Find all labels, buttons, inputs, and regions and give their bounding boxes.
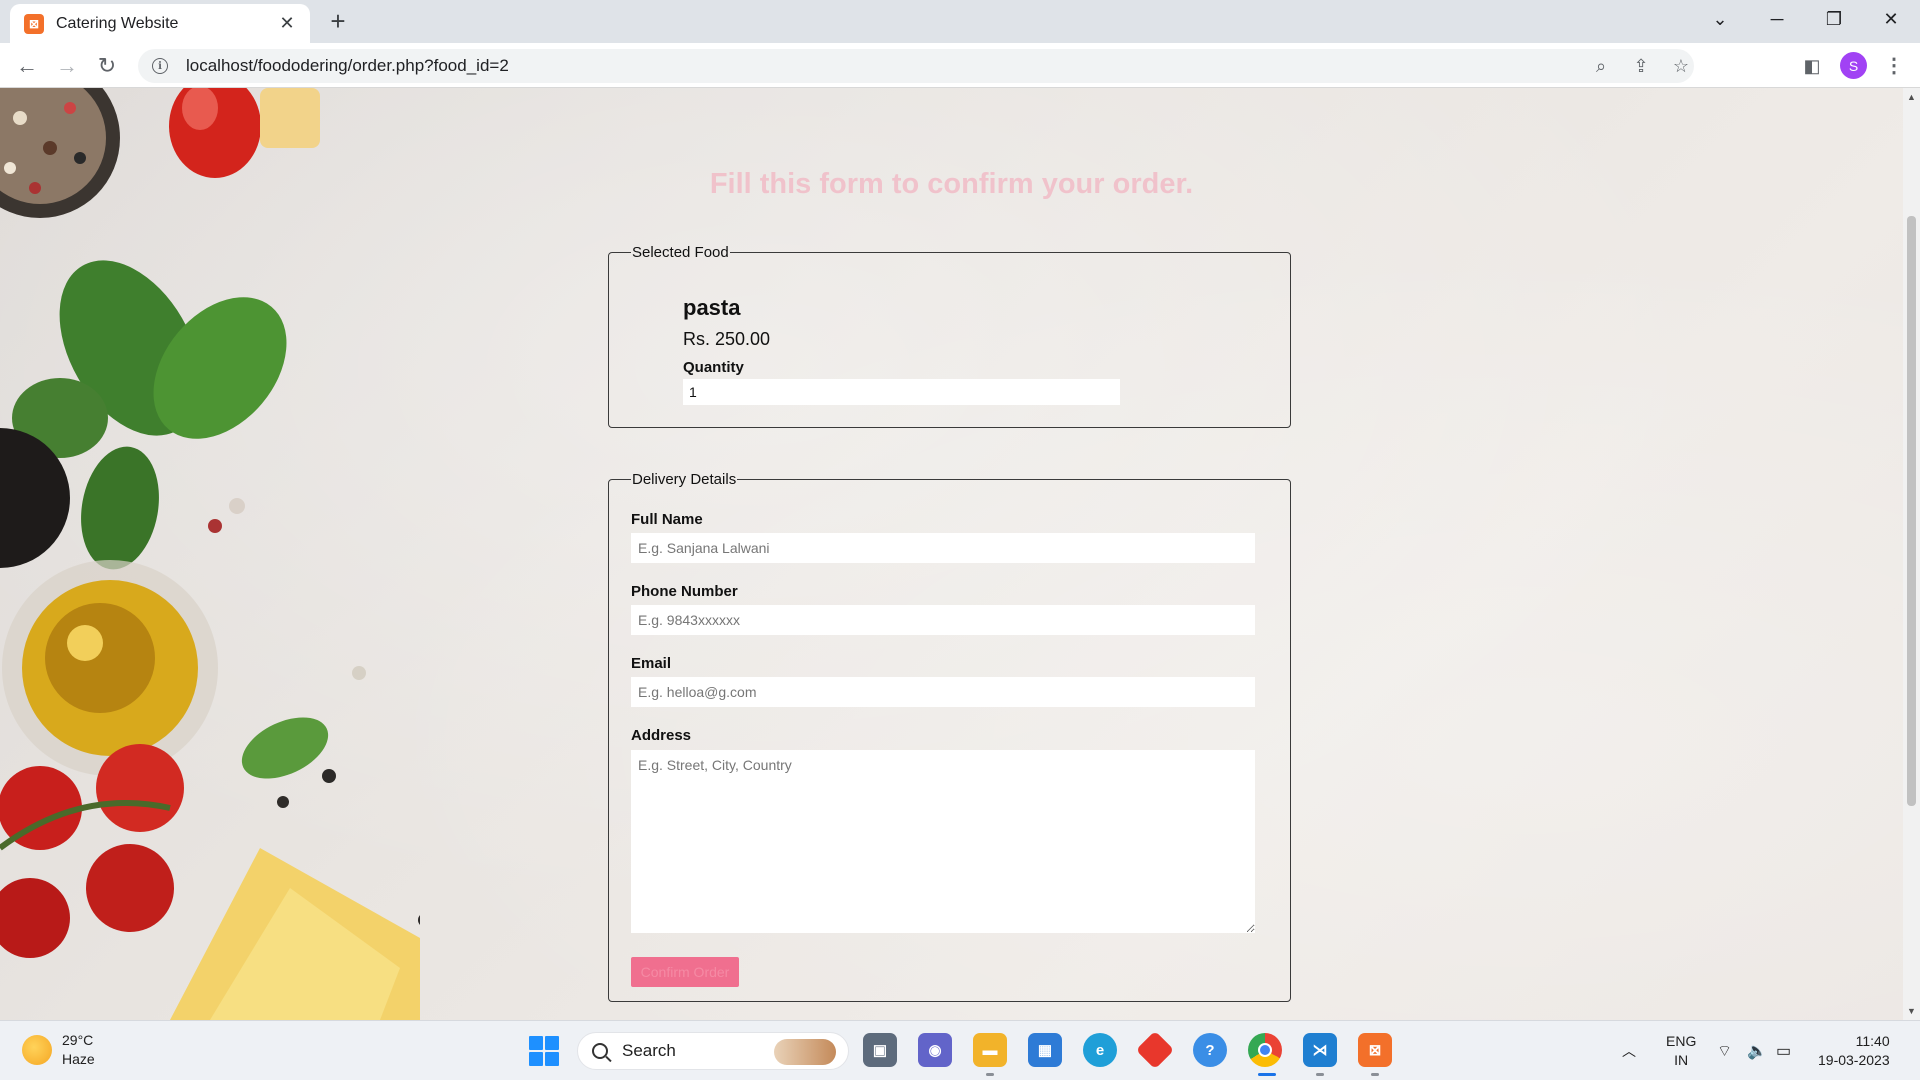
tab-search-chevron-icon[interactable]: ⌄ xyxy=(1704,6,1736,32)
email-input[interactable] xyxy=(631,677,1255,707)
file-explorer-indicator xyxy=(986,1073,994,1076)
scroll-thumb[interactable] xyxy=(1907,216,1916,806)
teams-chat-icon[interactable]: ◉ xyxy=(918,1033,952,1067)
selected-food-fieldset: Selected Food pasta Rs. 250.00 Quantity xyxy=(608,244,1291,428)
page-scrollbar[interactable]: ▲ ▼ xyxy=(1903,88,1920,1020)
close-window-icon[interactable]: ✕ xyxy=(1875,6,1907,32)
food-price: Rs. 250.00 xyxy=(683,329,771,349)
forward-icon[interactable]: → xyxy=(52,51,82,81)
page-viewport: Fill this form to confirm your order. Se… xyxy=(0,88,1903,1020)
restore-icon[interactable]: ❐ xyxy=(1818,6,1850,32)
battery-icon[interactable]: ▭ xyxy=(1776,1021,1791,1080)
url-text[interactable]: localhost/foododering/order.php?food_id=… xyxy=(186,56,509,76)
back-icon[interactable]: ← xyxy=(12,51,42,81)
full-name-label: Full Name xyxy=(631,511,703,528)
file-explorer-icon[interactable]: ▬ xyxy=(973,1033,1007,1067)
clock-date: 19-03-2023 xyxy=(1818,1052,1890,1068)
chrome-icon[interactable] xyxy=(1248,1033,1282,1067)
address-textarea[interactable] xyxy=(631,750,1255,933)
address-bar[interactable]: i localhost/foododering/order.php?food_i… xyxy=(138,49,1694,83)
full-name-input[interactable] xyxy=(631,533,1255,563)
tab-strip: ⊠ Catering Website ✕ + ⌄ ─ ❐ ✕ xyxy=(0,0,1920,43)
address-label: Address xyxy=(631,727,692,744)
search-icon xyxy=(592,1043,608,1059)
phone-number-input[interactable] xyxy=(631,605,1255,635)
quantity-input[interactable] xyxy=(683,379,1120,405)
weather-widget[interactable]: 29°C Haze xyxy=(22,1031,95,1069)
taskbar-search[interactable]: Search xyxy=(577,1032,849,1070)
xampp-icon: ⊠ xyxy=(24,13,44,34)
page-heading: Fill this form to confirm your order. xyxy=(709,168,1194,200)
browser-toolbar: ← → ↻ i localhost/foododering/order.php?… xyxy=(0,43,1920,88)
bookmark-star-icon[interactable]: ☆ xyxy=(1664,49,1698,83)
browser-menu-icon[interactable]: ⋮ xyxy=(1882,52,1906,79)
wifi-icon[interactable]: ⌔ xyxy=(1717,1021,1732,1080)
weather-description: Haze xyxy=(62,1051,95,1067)
search-label: Search xyxy=(622,1041,676,1060)
reload-icon[interactable]: ↻ xyxy=(92,51,122,81)
confirm-order-button[interactable]: Confirm Order xyxy=(631,957,739,987)
clock[interactable]: 11:40 19-03-2023 xyxy=(1818,1021,1890,1080)
food-name: pasta xyxy=(683,295,741,320)
food-background-image xyxy=(0,88,420,1020)
task-view-icon[interactable]: ▣ xyxy=(863,1033,897,1067)
haze-sun-icon xyxy=(22,1035,52,1065)
xampp-taskbar-icon[interactable]: ⊠ xyxy=(1358,1033,1392,1067)
scroll-down-icon[interactable]: ▼ xyxy=(1903,1004,1920,1018)
windows-taskbar: 29°C Haze Search ▣ ◉ ▬ ▦ e ? ⋊ ⊠ ︿ ENG I… xyxy=(0,1020,1920,1080)
clock-time: 11:40 xyxy=(1855,1033,1890,1049)
language-code: ENG xyxy=(1666,1033,1697,1049)
chrome-active-indicator xyxy=(1258,1073,1276,1076)
close-tab-icon[interactable]: ✕ xyxy=(276,13,298,34)
weather-temperature: 29°C xyxy=(62,1032,94,1048)
anydesk-icon[interactable] xyxy=(1135,1030,1175,1070)
side-panel-icon[interactable]: ◧ xyxy=(1797,51,1827,81)
show-hidden-icons-icon[interactable]: ︿ xyxy=(1622,1021,1636,1080)
search-highlight-image xyxy=(774,1039,836,1065)
get-help-icon[interactable]: ? xyxy=(1193,1033,1227,1067)
browser-tab[interactable]: ⊠ Catering Website ✕ xyxy=(10,4,310,43)
vscode-icon[interactable]: ⋊ xyxy=(1303,1033,1337,1067)
edge-browser-icon[interactable]: e xyxy=(1083,1033,1117,1067)
tab-title: Catering Website xyxy=(56,14,179,32)
xampp-indicator xyxy=(1371,1073,1379,1076)
email-label: Email xyxy=(631,655,672,672)
volume-icon[interactable]: 🔈 xyxy=(1747,1021,1767,1080)
vscode-indicator xyxy=(1316,1073,1324,1076)
quantity-label: Quantity xyxy=(683,359,744,376)
zoom-icon[interactable]: ⌕ xyxy=(1584,49,1618,83)
delivery-details-legend: Delivery Details xyxy=(632,471,737,488)
region-code: IN xyxy=(1674,1052,1689,1068)
scroll-up-icon[interactable]: ▲ xyxy=(1903,90,1920,104)
windows-start-icon[interactable] xyxy=(529,1036,559,1066)
language-indicator[interactable]: ENG IN xyxy=(1666,1021,1696,1080)
phone-number-label: Phone Number xyxy=(631,583,738,600)
delivery-details-fieldset: Delivery Details Full Name Phone Number … xyxy=(608,471,1291,1002)
share-icon[interactable]: ⇪ xyxy=(1624,49,1658,83)
site-info-icon[interactable]: i xyxy=(152,58,168,74)
microsoft-store-icon[interactable]: ▦ xyxy=(1028,1033,1062,1067)
new-tab-icon[interactable]: + xyxy=(326,8,350,34)
minimize-icon[interactable]: ─ xyxy=(1761,6,1793,32)
selected-food-legend: Selected Food xyxy=(632,244,729,261)
profile-avatar[interactable]: S xyxy=(1840,52,1867,79)
